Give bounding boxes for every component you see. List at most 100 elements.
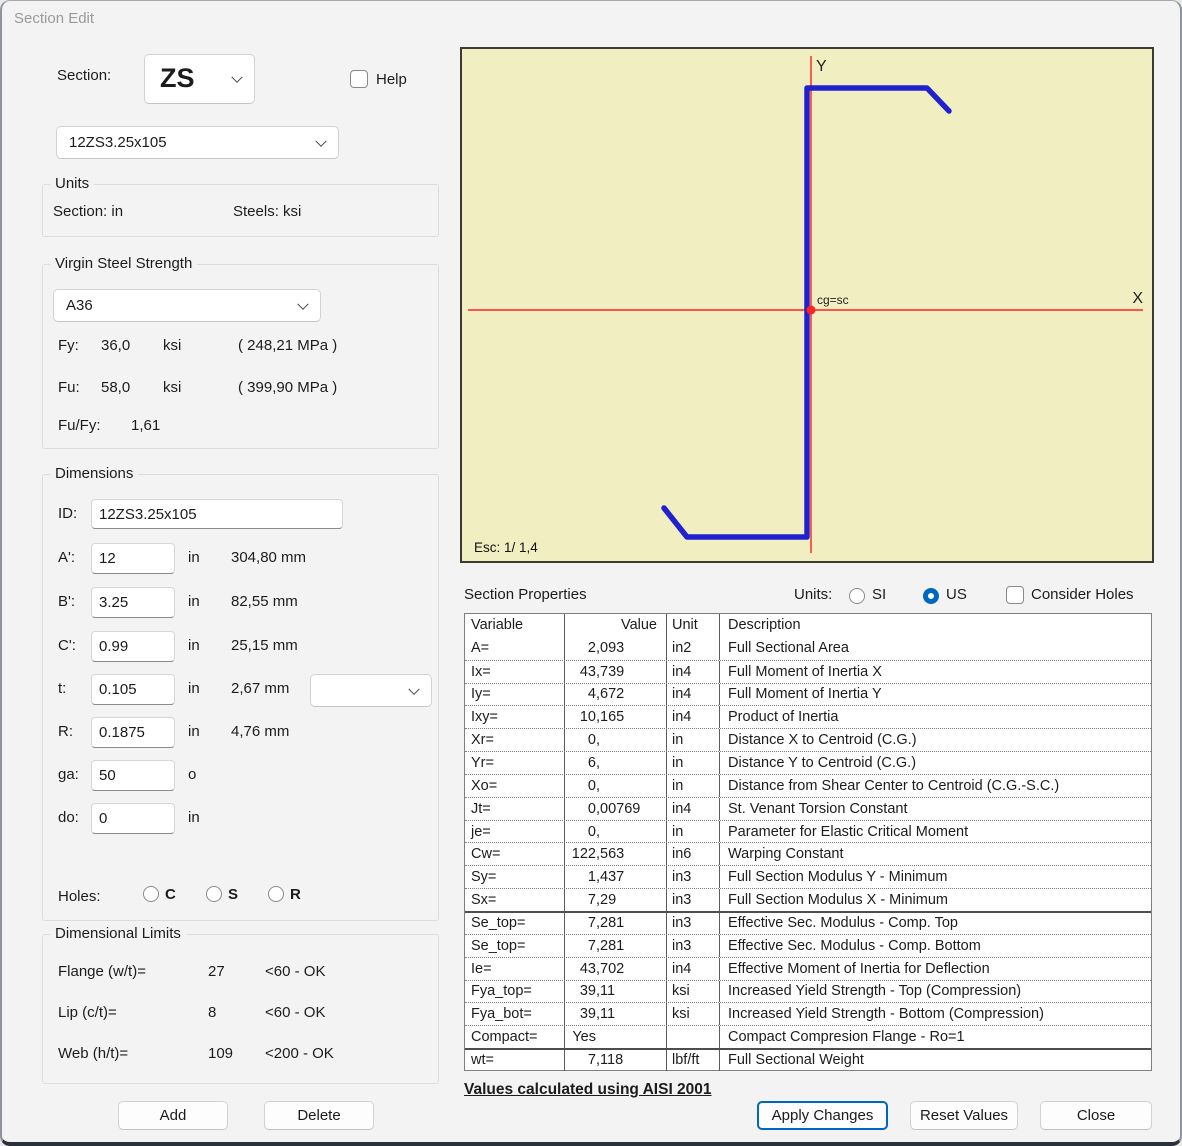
- dimension-label: C':: [58, 637, 76, 654]
- cell-variable: Sx=: [465, 889, 565, 911]
- cell-value: 7,118: [565, 1050, 667, 1071]
- dimension-input[interactable]: [91, 717, 175, 748]
- section-type-dropdown[interactable]: ZS: [144, 54, 255, 104]
- steel-grade-value: A36: [66, 297, 93, 314]
- cell-value: 0,00769: [565, 798, 667, 820]
- table-header-row: Variable Value Unit Description: [465, 614, 1151, 637]
- limit-label: Web (h/t)=: [58, 1045, 128, 1062]
- dimension-row: B':in82,55 mm: [43, 587, 438, 620]
- cell-value: 39,11: [565, 981, 667, 1003]
- cell-description: St. Venant Torsion Constant: [720, 798, 1151, 820]
- reset-values-button[interactable]: Reset Values: [910, 1101, 1018, 1130]
- limit-label: Lip (c/t)=: [58, 1004, 117, 1021]
- cell-description: Effective Sec. Modulus - Comp. Bottom: [720, 935, 1151, 957]
- cell-description: Distance from Shear Center to Centroid (…: [720, 775, 1151, 797]
- steel-row-value: 58,0: [101, 379, 130, 396]
- dimension-input[interactable]: [91, 803, 175, 834]
- cell-unit: in4: [667, 661, 720, 683]
- apply-changes-button[interactable]: Apply Changes: [757, 1101, 888, 1130]
- value-fraction-part: ,563: [596, 846, 624, 862]
- limit-value: 27: [208, 963, 225, 980]
- steel-row-metric: ( 248,21 MPa ): [238, 337, 337, 354]
- value-integer-part: 7: [569, 938, 596, 954]
- table-row: Sy=1,437in3Full Section Modulus Y - Mini…: [465, 865, 1151, 888]
- cell-variable: Xr=: [465, 729, 565, 751]
- help-label: Help: [376, 71, 407, 88]
- section-label: Section:: [57, 67, 111, 84]
- cell-unit: in3: [667, 866, 720, 888]
- table-row: Jt=0,00769in4St. Venant Torsion Constant: [465, 797, 1151, 820]
- table-row: Iy=4,672in4Full Moment of Inertia Y: [465, 683, 1151, 706]
- window-title: Section Edit: [14, 10, 94, 27]
- dimension-input[interactable]: [91, 674, 175, 705]
- units-si-radio[interactable]: [849, 588, 865, 604]
- help-checkbox[interactable]: [350, 70, 368, 88]
- dimension-label: R:: [58, 723, 73, 740]
- steel-grade-dropdown[interactable]: A36: [53, 289, 321, 322]
- value-fraction-part: ,093: [596, 640, 624, 656]
- value-integer-part: 7: [569, 915, 596, 931]
- dimension-input[interactable]: [91, 760, 175, 791]
- cell-value: 43,739: [565, 661, 667, 683]
- dimension-input[interactable]: [91, 543, 175, 574]
- delete-button[interactable]: Delete: [264, 1101, 374, 1130]
- dimension-input[interactable]: [91, 587, 175, 618]
- id-label: ID:: [58, 505, 77, 522]
- cell-description: Product of Inertia: [720, 706, 1151, 728]
- dimension-row: C':in25,15 mm: [43, 631, 438, 664]
- chevron-down-icon: [408, 683, 419, 694]
- value-integer-part: 0: [569, 801, 596, 817]
- value-fraction-part: ,11: [596, 983, 615, 999]
- cell-value: 0,: [565, 775, 667, 797]
- scale-label: Esc: 1/ 1,4: [474, 540, 538, 555]
- cell-value: 0,: [565, 729, 667, 751]
- value-fraction-part: ,: [596, 755, 600, 771]
- table-row: Xr=0,inDistance X to Centroid (C.G.): [465, 728, 1151, 751]
- units-us-radio[interactable]: [923, 588, 939, 604]
- section-type-value: ZS: [160, 63, 195, 94]
- cell-description: Full Moment of Inertia X: [720, 661, 1151, 683]
- cell-description: Parameter for Elastic Critical Moment: [720, 821, 1151, 843]
- steel-row-metric: ( 399,90 MPa ): [238, 379, 337, 396]
- table-row: Se_top=7,281in3Effective Sec. Modulus - …: [465, 934, 1151, 957]
- holes-s-radio[interactable]: [206, 886, 222, 902]
- cell-description: Increased Yield Strength - Bottom (Compr…: [720, 1003, 1151, 1025]
- steel-row-label: Fy:: [58, 337, 79, 354]
- section-edit-window: Section Edit Section: ZS Help 12ZS3.25x1…: [0, 0, 1182, 1146]
- thickness-dropdown[interactable]: [310, 674, 432, 707]
- holes-r-radio[interactable]: [268, 886, 284, 902]
- dimension-metric: 2,67 mm: [231, 680, 289, 697]
- value-fraction-part: ,672: [596, 686, 624, 702]
- dimension-label: A':: [58, 549, 75, 566]
- z-section-outline: [664, 88, 949, 537]
- cell-variable: Yr=: [465, 752, 565, 774]
- value-integer-part: 4: [569, 686, 596, 702]
- dimension-input[interactable]: [91, 631, 175, 662]
- holes-c-radio[interactable]: [143, 886, 159, 902]
- dimension-unit: in: [188, 723, 200, 740]
- y-axis-label: Y: [816, 58, 827, 75]
- steel-row-value: 36,0: [101, 337, 130, 354]
- cell-unit: in4: [667, 706, 720, 728]
- cell-description: Full Sectional Weight: [720, 1050, 1151, 1071]
- value-fraction-part: ,165: [596, 709, 624, 725]
- consider-holes-checkbox[interactable]: [1006, 586, 1024, 604]
- value-integer-part: 2: [569, 640, 596, 656]
- add-button[interactable]: Add: [118, 1101, 228, 1130]
- dimension-label: t:: [58, 680, 66, 697]
- close-button[interactable]: Close: [1040, 1101, 1152, 1130]
- steel-row: Fy:36,0ksi( 248,21 MPa ): [43, 337, 438, 359]
- limits-group-title: Dimensional Limits: [50, 925, 186, 942]
- cell-value: 2,093: [565, 637, 667, 660]
- cell-variable: A=: [465, 637, 565, 660]
- value-fraction-part: ,11: [596, 1006, 615, 1022]
- limit-row: Lip (c/t)=8<60 - OK: [43, 1004, 438, 1026]
- value-integer-part: 6: [569, 755, 596, 771]
- cell-value: 7,29: [565, 889, 667, 911]
- cell-variable: Compact=: [465, 1026, 565, 1048]
- section-name-dropdown[interactable]: 12ZS3.25x105: [56, 126, 339, 159]
- cell-value: 10,165: [565, 706, 667, 728]
- dimension-row: do:in: [43, 803, 438, 836]
- dimension-metric: 304,80 mm: [231, 549, 306, 566]
- id-input[interactable]: [91, 499, 343, 529]
